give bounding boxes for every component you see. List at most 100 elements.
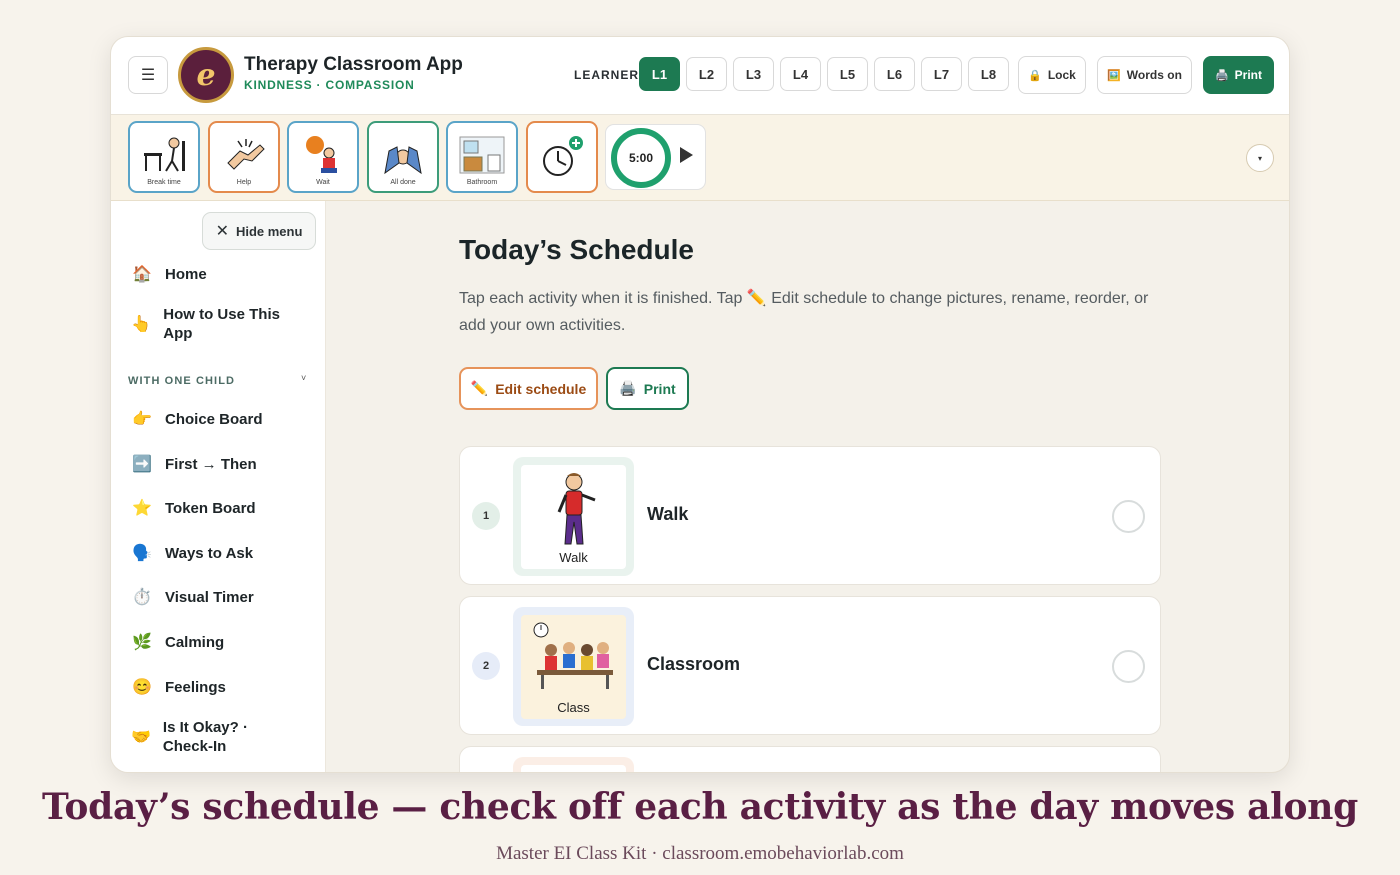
edit-schedule-button[interactable]: ✏️ Edit schedule bbox=[459, 367, 598, 410]
app-subtitle: KINDNESS · COMPASSION bbox=[244, 78, 415, 92]
close-icon: ✕ bbox=[215, 223, 229, 240]
app-logo: e bbox=[178, 47, 234, 103]
learner-selector: L1 L2 L3 L4 L5 L6 L7 L8 bbox=[639, 57, 1009, 91]
words-label: Words on bbox=[1126, 68, 1182, 82]
quick-picture-strip: Break time Help Wait All done Bathroom 5… bbox=[111, 115, 1289, 201]
learner-button-l8[interactable]: L8 bbox=[968, 57, 1009, 91]
done-checkbox[interactable] bbox=[1112, 500, 1145, 533]
chevron-down-icon: ▾ bbox=[1257, 153, 1262, 163]
learner-button-l1[interactable]: L1 bbox=[639, 57, 680, 91]
edit-schedule-label: Edit schedule bbox=[495, 380, 587, 397]
activity-picture bbox=[513, 757, 634, 774]
classroom-icon bbox=[533, 622, 613, 689]
quick-tile-bathroom[interactable]: Bathroom bbox=[446, 121, 518, 193]
sidebar-item-token-board[interactable]: ⭐ Token Board bbox=[131, 498, 256, 518]
speaking-head-icon: 🗣️ bbox=[132, 545, 152, 562]
quick-tile-help[interactable]: Help bbox=[208, 121, 280, 193]
sidebar-item-how-to-use[interactable]: 👆 How to Use This App bbox=[131, 305, 301, 343]
sidebar-item-first-then[interactable]: ➡️ First → Then bbox=[131, 454, 257, 474]
break-time-icon bbox=[144, 137, 185, 172]
learner-button-l6[interactable]: L6 bbox=[874, 57, 915, 91]
sidebar-item-label: First → Then bbox=[165, 455, 257, 473]
stopwatch-icon: ⏱️ bbox=[132, 589, 152, 606]
hamburger-menu-button[interactable]: ☰ bbox=[128, 56, 168, 94]
learner-button-l7[interactable]: L7 bbox=[921, 57, 962, 91]
bathroom-icon bbox=[459, 136, 505, 174]
activity-picture: Walk bbox=[513, 457, 634, 576]
learner-button-l5[interactable]: L5 bbox=[827, 57, 868, 91]
schedule-card[interactable]: 1 Walk Walk bbox=[459, 446, 1161, 585]
sidebar-item-choice-board[interactable]: 👉 Choice Board bbox=[131, 409, 263, 429]
done-checkbox[interactable] bbox=[1112, 650, 1145, 683]
strip-collapse-button[interactable]: ▾ bbox=[1246, 144, 1274, 172]
sidebar-item-is-it-okay[interactable]: 🤝 Is It Okay? · Check-In bbox=[131, 718, 281, 756]
activity-picture-label: Walk bbox=[559, 549, 588, 565]
activity-picture: Class bbox=[513, 607, 634, 726]
quick-tile-label: Break time bbox=[147, 179, 181, 186]
quick-tile-break-time[interactable]: Break time bbox=[128, 121, 200, 193]
clock-plus-icon bbox=[543, 136, 583, 176]
handshake-icon: 🤝 bbox=[131, 729, 151, 746]
sidebar-item-visual-timer[interactable]: ⏱️ Visual Timer bbox=[131, 587, 254, 607]
quick-tile-label: Help bbox=[236, 179, 252, 186]
section-chevron-icon[interactable]: ˅ bbox=[301, 373, 306, 383]
all-done-icon bbox=[384, 146, 422, 175]
quick-tile-wait[interactable]: Wait bbox=[287, 121, 359, 193]
sidebar-item-ways-to-ask[interactable]: 🗣️ Ways to Ask bbox=[131, 543, 253, 563]
pointing-up-icon: 👆 bbox=[131, 316, 152, 333]
hide-menu-label: Hide menu bbox=[235, 223, 303, 239]
help-hands-icon bbox=[227, 139, 265, 170]
quick-tile-label: Wait bbox=[316, 179, 330, 186]
screenshot-footer: Master EI Class Kit · classroom.emobehav… bbox=[496, 843, 904, 864]
learner-button-l2[interactable]: L2 bbox=[686, 57, 727, 91]
timer-ring: 5:00 bbox=[611, 128, 671, 188]
sidebar-item-label: Choice Board bbox=[165, 410, 263, 428]
words-toggle-button[interactable]: 🖼️ Words on bbox=[1097, 56, 1192, 94]
sidebar-item-calming[interactable]: 🌿 Calming bbox=[131, 632, 224, 652]
quick-tile-all-done[interactable]: All done bbox=[367, 121, 439, 193]
main-content: Today’s Schedule Tap each activity when … bbox=[327, 201, 1289, 774]
print-schedule-button[interactable]: 🖨️ Print bbox=[606, 367, 689, 410]
app-window: ☰ e Therapy Classroom App KINDNESS · COM… bbox=[110, 36, 1290, 773]
hide-menu-button[interactable]: ✕ Hide menu bbox=[202, 212, 316, 250]
learner-button-l4[interactable]: L4 bbox=[780, 57, 821, 91]
print-label: Print bbox=[1234, 68, 1263, 82]
play-icon[interactable] bbox=[680, 147, 693, 163]
header-print-button[interactable]: 🖨️ Print bbox=[1203, 56, 1274, 94]
sidebar-item-feelings[interactable]: 😊 Feelings bbox=[131, 677, 226, 697]
activity-title: Classroom bbox=[647, 654, 741, 674]
pencil-icon: ✏️ bbox=[470, 380, 489, 396]
sidebar-item-label: Token Board bbox=[165, 499, 256, 517]
printer-icon: 🖨️ bbox=[1214, 69, 1229, 82]
step-number: 2 bbox=[472, 652, 500, 680]
lock-button[interactable]: 🔒 Lock bbox=[1018, 56, 1086, 94]
circle-time-icon bbox=[529, 771, 619, 774]
lock-icon: 🔒 bbox=[1028, 69, 1042, 82]
hamburger-icon: ☰ bbox=[140, 67, 156, 84]
sidebar-item-label: Visual Timer bbox=[165, 588, 254, 606]
schedule-card[interactable]: 2 Class Classroom bbox=[459, 596, 1161, 735]
sidebar-item-label: How to Use This App bbox=[163, 306, 280, 342]
learner-label: LEARNER bbox=[574, 68, 640, 82]
learner-button-l3[interactable]: L3 bbox=[733, 57, 774, 91]
printer-icon: 🖨️ bbox=[619, 380, 637, 396]
app-header: ☰ e Therapy Classroom App KINDNESS · COM… bbox=[111, 37, 1289, 115]
sidebar-item-label: Feelings bbox=[165, 678, 226, 696]
app-title: Therapy Classroom App bbox=[244, 54, 463, 75]
schedule-card[interactable]: 3 bbox=[459, 746, 1161, 774]
walk-icon bbox=[557, 472, 596, 544]
sidebar-item-home[interactable]: 🏠 Home bbox=[131, 264, 207, 284]
house-icon: 🏠 bbox=[132, 266, 152, 283]
sidebar-section-label: WITH ONE CHILD bbox=[128, 375, 236, 387]
star-icon: ⭐ bbox=[132, 500, 152, 517]
pointing-right-icon: 👉 bbox=[132, 411, 152, 428]
sidebar-item-label: Calming bbox=[165, 633, 225, 651]
add-timer-button[interactable] bbox=[526, 121, 598, 193]
lock-label: Lock bbox=[1047, 68, 1076, 82]
screenshot-caption: Today’s schedule — check off each activi… bbox=[42, 786, 1358, 828]
visual-timer-widget[interactable]: 5:00 bbox=[605, 124, 706, 190]
picture-icon: 🖼️ bbox=[1107, 69, 1121, 82]
sidebar-item-label: Home bbox=[165, 265, 207, 283]
wait-icon bbox=[306, 136, 337, 173]
step-number: 1 bbox=[472, 502, 500, 530]
